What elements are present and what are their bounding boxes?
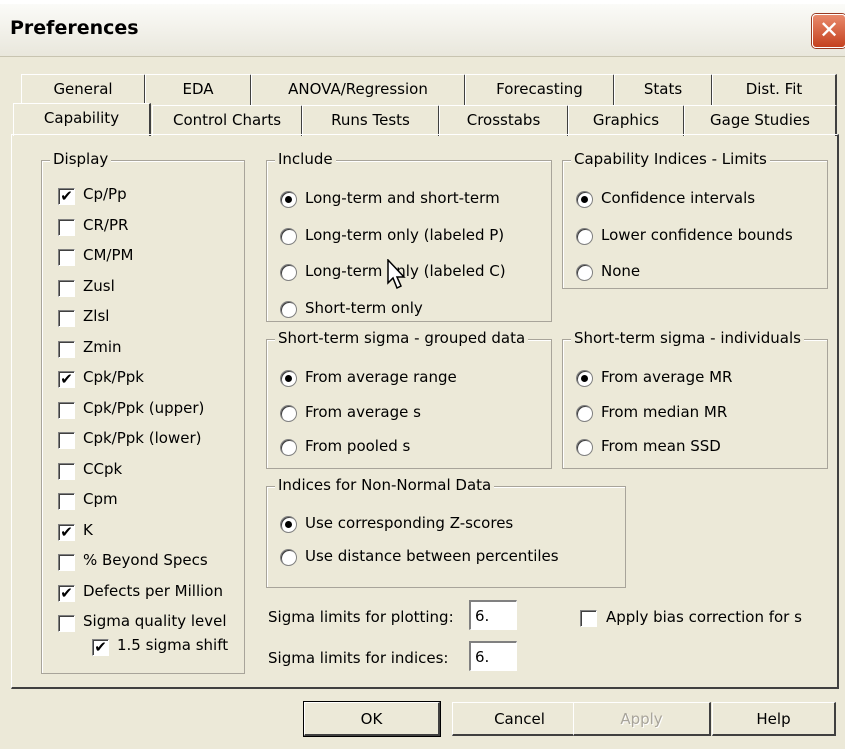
tab-runs-tests[interactable]: Runs Tests <box>302 105 440 136</box>
checkbox-k[interactable]: ✔ <box>58 523 75 541</box>
grouped-sigma-label: Short-term sigma - grouped data <box>275 329 529 347</box>
tab-forecasting[interactable]: Forecasting <box>465 74 615 105</box>
radio-label-lower-confidence-bounds: Lower confidence bounds <box>601 225 793 244</box>
radio-label-from-average-mr: From average MR <box>601 368 733 386</box>
checkbox-zlsl[interactable] <box>58 310 75 327</box>
mouse-cursor-icon <box>387 259 406 290</box>
radio-none[interactable] <box>576 264 593 281</box>
radio-label-from-mean-ssd: From mean SSD <box>601 437 721 455</box>
tab-capability[interactable]: Capability <box>13 103 151 136</box>
radio-label-from-average-s: From average s <box>305 402 421 421</box>
tab-stats[interactable]: Stats <box>614 74 713 105</box>
checkbox-cpm[interactable] <box>58 493 75 510</box>
radio-use-corresponding-z-scores[interactable] <box>280 516 297 533</box>
radio-label-from-pooled-s: From pooled s <box>305 437 411 455</box>
radio-long-term-only-labeled-c[interactable] <box>280 264 297 281</box>
label-sigma-quality-level: Sigma quality level <box>83 612 227 630</box>
label-cm-pm: CM/PM <box>83 246 134 264</box>
help-button[interactable]: Help <box>712 702 836 736</box>
radio-use-distance-between-percentiles[interactable] <box>280 549 297 566</box>
label-zusl: Zusl <box>83 276 115 295</box>
tab-crosstabs[interactable]: Crosstabs <box>439 105 569 136</box>
label-zmin: Zmin <box>83 337 122 356</box>
radio-label-use-corresponding-z-scores: Use corresponding Z-scores <box>305 514 514 532</box>
bias-correction-checkbox[interactable] <box>580 610 597 627</box>
non-normal-group: Indices for Non-Normal Data <box>266 476 626 588</box>
window-title: Preferences <box>10 17 139 39</box>
display-group-label: Display <box>50 150 112 168</box>
label-cpk-ppk-upper: Cpk/Ppk (upper) <box>83 398 205 417</box>
ok-button[interactable]: OK <box>303 701 441 737</box>
label-cp-pp: Cp/Pp <box>83 185 127 203</box>
radio-from-mean-ssd[interactable] <box>576 439 593 456</box>
sigma-indices-label: Sigma limits for indices: <box>268 649 449 667</box>
tab-general[interactable]: General <box>21 74 146 105</box>
sigma-plot-input[interactable]: 6. <box>469 600 517 630</box>
tab-control-charts[interactable]: Control Charts <box>152 105 303 136</box>
tab-eda[interactable]: EDA <box>145 74 252 105</box>
radio-label-long-term-and-short-term: Long-term and short-term <box>305 189 500 207</box>
radio-label-from-average-range: From average range <box>305 368 457 386</box>
label-cpm: Cpm <box>83 490 118 508</box>
apply-button[interactable]: Apply <box>573 702 711 736</box>
radio-from-pooled-s[interactable] <box>280 439 297 456</box>
checkbox-cpk-ppk-upper[interactable] <box>58 401 75 419</box>
title-bar: Preferences ✕ <box>0 4 845 57</box>
label-cpk-ppk-lower: Cpk/Ppk (lower) <box>83 429 202 447</box>
preferences-dialog: Preferences ✕ General EDA ANOVA/Regressi… <box>0 4 845 749</box>
include-group-label: Include <box>275 150 336 168</box>
radio-label-none: None <box>601 262 641 280</box>
checkbox-cr-pr[interactable] <box>58 218 75 236</box>
radio-label-confidence-intervals: Confidence intervals <box>601 189 756 207</box>
radio-from-average-mr[interactable] <box>576 370 593 387</box>
checkbox-zmin[interactable] <box>58 340 75 358</box>
radio-label-short-term-only: Short-term only <box>305 298 423 317</box>
close-icon[interactable]: ✕ <box>812 14 845 48</box>
cancel-button[interactable]: Cancel <box>452 702 588 736</box>
radio-label-use-distance-between-percentiles: Use distance between percentiles <box>305 547 559 565</box>
tab-anova-regression[interactable]: ANOVA/Regression <box>251 74 466 105</box>
checkbox-sigma-quality-level[interactable] <box>58 615 75 632</box>
sigma-plot-label: Sigma limits for plotting: <box>268 608 454 626</box>
checkbox-cm-pm[interactable] <box>58 249 75 266</box>
checkbox-beyond-specs[interactable] <box>58 554 75 571</box>
checkbox-1-5-sigma-shift[interactable]: ✔ <box>92 639 109 656</box>
checkbox-defects-per-million[interactable]: ✔ <box>58 584 75 602</box>
bias-correction-label: Apply bias correction for s <box>606 608 802 626</box>
radio-label-from-median-mr: From median MR <box>601 402 728 421</box>
checkbox-cpk-ppk[interactable]: ✔ <box>58 371 75 388</box>
label-beyond-specs: % Beyond Specs <box>83 551 208 569</box>
label-cpk-ppk: Cpk/Ppk <box>83 368 144 386</box>
label-zlsl: Zlsl <box>83 307 110 325</box>
radio-confidence-intervals[interactable] <box>576 191 593 208</box>
radio-lower-confidence-bounds[interactable] <box>576 227 593 245</box>
checkbox-cp-pp[interactable]: ✔ <box>58 188 75 205</box>
label-cr-pr: CR/PR <box>83 215 129 234</box>
label-k: K <box>83 520 93 539</box>
individuals-sigma-label: Short-term sigma - individuals <box>571 329 804 347</box>
radio-short-term-only[interactable] <box>280 300 297 318</box>
sigma-indices-input[interactable]: 6. <box>469 641 517 671</box>
radio-from-average-range[interactable] <box>280 370 297 387</box>
radio-long-term-and-short-term[interactable] <box>280 191 297 208</box>
label-ccpk: CCpk <box>83 459 123 478</box>
checkbox-ccpk[interactable] <box>58 462 75 480</box>
tab-graphics[interactable]: Graphics <box>568 105 685 136</box>
label-1-5-sigma-shift: 1.5 sigma shift <box>117 636 229 654</box>
radio-label-long-term-only-labeled-p: Long-term only (labeled P) <box>305 225 505 244</box>
radio-from-average-s[interactable] <box>280 404 297 422</box>
tab-dist-fit[interactable]: Dist. Fit <box>712 74 837 105</box>
capability-limits-label: Capability Indices - Limits <box>571 150 770 168</box>
tab-gage-studies[interactable]: Gage Studies <box>684 105 837 136</box>
radio-long-term-only-labeled-p[interactable] <box>280 227 297 245</box>
checkbox-cpk-ppk-lower[interactable] <box>58 432 75 449</box>
radio-from-median-mr[interactable] <box>576 404 593 422</box>
non-normal-label: Indices for Non-Normal Data <box>275 476 495 494</box>
label-defects-per-million: Defects per Million <box>83 581 223 600</box>
checkbox-zusl[interactable] <box>58 279 75 297</box>
